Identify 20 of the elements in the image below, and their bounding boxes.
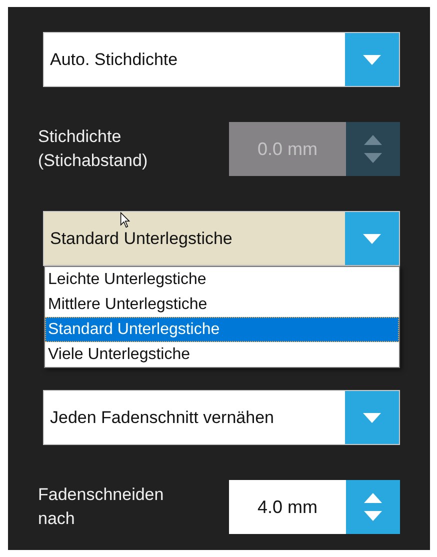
underlay-dropdown[interactable]: Standard Unterlegstiche xyxy=(43,211,400,266)
field-label: Fadenschneiden nach xyxy=(38,484,164,530)
caret-down-icon xyxy=(363,54,381,64)
tie-off-dropdown[interactable]: Jeden Fadenschnitt vernähen xyxy=(43,390,400,445)
number-field[interactable]: 4.0 mm xyxy=(229,480,346,534)
stepper-buttons[interactable] xyxy=(346,122,400,176)
stepper-buttons[interactable] xyxy=(346,480,400,534)
list-option[interactable]: Standard Unterlegstiche xyxy=(45,317,399,342)
cursor-icon xyxy=(120,212,130,228)
caret-down-icon xyxy=(363,412,381,422)
density-dropdown[interactable]: Auto. Stichdichte xyxy=(43,32,400,87)
arrow-up-icon xyxy=(364,493,382,503)
arrow-up-icon xyxy=(364,135,382,145)
caret-down-icon xyxy=(363,234,381,244)
field-label: Stichdichte (Stichabstand) xyxy=(38,126,148,172)
arrow-down-icon xyxy=(364,153,382,163)
list-option[interactable]: Leichte Unterlegstiche xyxy=(45,267,399,292)
list-option[interactable]: Mittlere Unterlegstiche xyxy=(45,292,399,317)
arrow-down-icon xyxy=(364,511,382,521)
list-option[interactable]: Viele Unterlegstiche xyxy=(45,342,399,367)
